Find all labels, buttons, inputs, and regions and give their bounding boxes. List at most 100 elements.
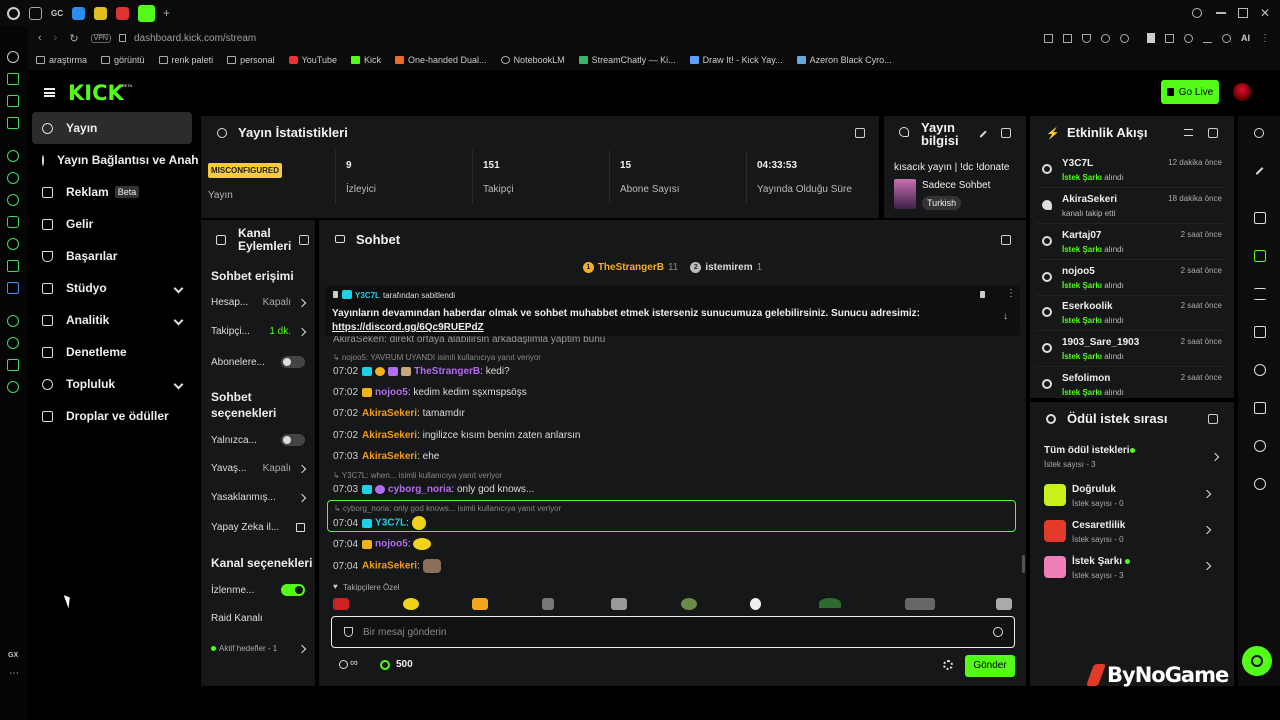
bookmark-item[interactable]: görüntü: [101, 55, 145, 65]
activity-item[interactable]: Y3C7L İstek Şarkı alındı 12 dakika önce: [1036, 154, 1226, 188]
activity-item[interactable]: Kartaj07 İstek Şarkı alındı 2 saat önce: [1036, 226, 1226, 260]
pin-icon[interactable]: [1044, 33, 1053, 43]
bookmark-item[interactable]: One-handed Dual...: [395, 55, 487, 65]
more-icon[interactable]: ⋯: [9, 668, 19, 679]
chat-message[interactable]: 07:02 TheStrangerB: kedi?: [333, 366, 510, 377]
subs-only-row[interactable]: Abonelere...: [211, 356, 305, 368]
sidebar-item-yayin[interactable]: Yayın: [32, 112, 192, 144]
bookmark-item[interactable]: StreamChatly — Ki...: [578, 55, 676, 65]
bookmark-item[interactable]: personal: [227, 55, 275, 65]
watch-toggle[interactable]: [281, 584, 305, 596]
chat-message[interactable]: 07:02 AkiraSekeri: ingilizce kısım benim …: [333, 430, 581, 441]
kick-logo[interactable]: KICK: [68, 81, 124, 105]
x-icon[interactable]: [7, 260, 19, 272]
bookmark-item[interactable]: Draw It! - Kick Yay...: [689, 55, 783, 65]
emote[interactable]: [333, 598, 349, 610]
send-button[interactable]: Gönder: [965, 655, 1015, 677]
discord-icon[interactable]: [7, 194, 19, 206]
activity-item[interactable]: AkiraSekeri kanalı takip etti 18 dakika ön…: [1036, 190, 1226, 224]
chat-icon[interactable]: [1254, 326, 1266, 338]
tab-chart-icon[interactable]: [94, 6, 107, 20]
translate-icon[interactable]: [7, 282, 19, 294]
emote[interactable]: [750, 598, 761, 610]
subs-only-toggle[interactable]: [281, 356, 305, 368]
reward-item[interactable]: İstek Şarkı İstek sayısı - 3: [1044, 554, 1214, 584]
channel-points[interactable]: 500: [396, 659, 413, 670]
rewards-icon[interactable]: [1254, 478, 1266, 490]
speed-dial-icon[interactable]: [7, 51, 19, 63]
popout-icon[interactable]: [855, 128, 865, 138]
broadcast-icon[interactable]: [1254, 364, 1266, 376]
history-icon[interactable]: [7, 337, 19, 349]
opera-logo-icon[interactable]: [7, 6, 20, 20]
sync-icon[interactable]: [1184, 33, 1193, 43]
gx-label[interactable]: GX: [8, 652, 18, 659]
url-field[interactable]: dashboard.kick.com/stream: [134, 33, 256, 44]
sidebar-item-denetleme[interactable]: Denetleme: [32, 336, 192, 368]
emoji-icon[interactable]: [993, 627, 1003, 637]
cube-icon[interactable]: [7, 359, 19, 371]
go-live-button[interactable]: Go Live: [1161, 80, 1219, 104]
sidebar-item-droplar[interactable]: Droplar ve ödüller: [32, 400, 192, 432]
chat-message[interactable]: 07:03 cyborg_noria: only god knows...: [333, 484, 534, 495]
emote[interactable]: [403, 598, 419, 610]
play-icon[interactable]: [1101, 33, 1110, 43]
activity-item[interactable]: nojoo5 İstek Şarkı alındı 2 saat önce: [1036, 262, 1226, 296]
extensions-icon[interactable]: [1165, 33, 1174, 43]
activity-item[interactable]: 1903_Sare_1903 İstek Şarkı alındı 2 saat ö…: [1036, 333, 1226, 367]
pencil-icon[interactable]: [1255, 167, 1264, 175]
pinned-menu-icon[interactable]: ⋮: [1006, 288, 1016, 299]
bookmark-item[interactable]: renk paleti: [158, 55, 213, 65]
whatsapp-icon[interactable]: [7, 172, 19, 184]
maximize-icon[interactable]: [1237, 8, 1248, 18]
activity-item[interactable]: Eserkoolik İstek Şarkı alındı 2 saat önce: [1036, 297, 1226, 331]
vpn-badge[interactable]: VPN: [90, 33, 111, 43]
avatar[interactable]: [1233, 83, 1251, 101]
pinned-link[interactable]: https://discord.gg/6Qc9RUEPdZ: [332, 322, 484, 333]
chat-message[interactable]: 07:02 AkiraSekeri: tamamdır: [333, 408, 465, 419]
emote[interactable]: [681, 598, 697, 610]
forward-icon[interactable]: ›: [54, 32, 58, 44]
popout-icon[interactable]: [1001, 235, 1011, 245]
pinned-by-user[interactable]: Y3C7L: [355, 291, 380, 300]
raid-targets-row[interactable]: Aktif hedefler - 1: [211, 644, 307, 653]
new-tab-icon[interactable]: +: [163, 6, 170, 20]
top-user[interactable]: istemirem: [705, 262, 752, 273]
emote[interactable]: [472, 598, 488, 610]
bookmark-item[interactable]: NotebookLM: [500, 55, 565, 65]
chat-input-box[interactable]: Bir mesaj gönderin: [331, 616, 1015, 648]
chat-message[interactable]: 07:04 nojoo5:: [333, 538, 432, 550]
layout-icon[interactable]: [1254, 402, 1266, 414]
only-row[interactable]: Yalnızca...: [211, 434, 305, 446]
snapshot-icon[interactable]: [1063, 33, 1072, 43]
tab-kick-icon[interactable]: [138, 4, 155, 22]
popout-icon[interactable]: [1208, 128, 1218, 138]
lightning-icon[interactable]: [1254, 250, 1266, 262]
instagram-icon[interactable]: [7, 216, 19, 228]
emote[interactable]: [542, 598, 554, 610]
download-icon[interactable]: [1203, 34, 1212, 43]
heart-icon[interactable]: [1120, 33, 1129, 43]
emote[interactable]: [611, 598, 627, 610]
close-window-icon[interactable]: ✕: [1260, 6, 1270, 20]
pinned-message[interactable]: Y3C7L tarafından sabitlendi ⋮ Yayınların…: [325, 286, 1020, 336]
all-rewards-row[interactable]: Tüm ödül istekleri İstek sayısı - 3: [1044, 445, 1220, 473]
ai-label[interactable]: AI: [1241, 33, 1250, 43]
minimize-icon[interactable]: [1215, 12, 1226, 14]
list-icon[interactable]: [1254, 288, 1266, 300]
banned-words-row[interactable]: Yasaklanmış...: [211, 492, 307, 503]
share-icon[interactable]: [339, 660, 348, 669]
tab-mail-icon[interactable]: [29, 6, 42, 20]
settings-icon[interactable]: [7, 381, 19, 393]
feed-icon[interactable]: [7, 95, 19, 107]
wrench-icon[interactable]: [1254, 440, 1266, 452]
aria-icon[interactable]: [1222, 33, 1231, 43]
emote[interactable]: [905, 598, 935, 610]
tiktok-icon[interactable]: [7, 238, 19, 250]
chat-message[interactable]: 07:02 nojoo5: kedim kedim sşxmspsöşs: [333, 387, 527, 398]
tab-gc[interactable]: GC: [51, 9, 63, 18]
popout-icon[interactable]: [1208, 414, 1218, 424]
reward-item[interactable]: Doğruluk İstek sayısı - 0: [1044, 482, 1214, 512]
player-icon[interactable]: [7, 315, 19, 327]
bookmark-item[interactable]: araştırma: [36, 55, 87, 65]
